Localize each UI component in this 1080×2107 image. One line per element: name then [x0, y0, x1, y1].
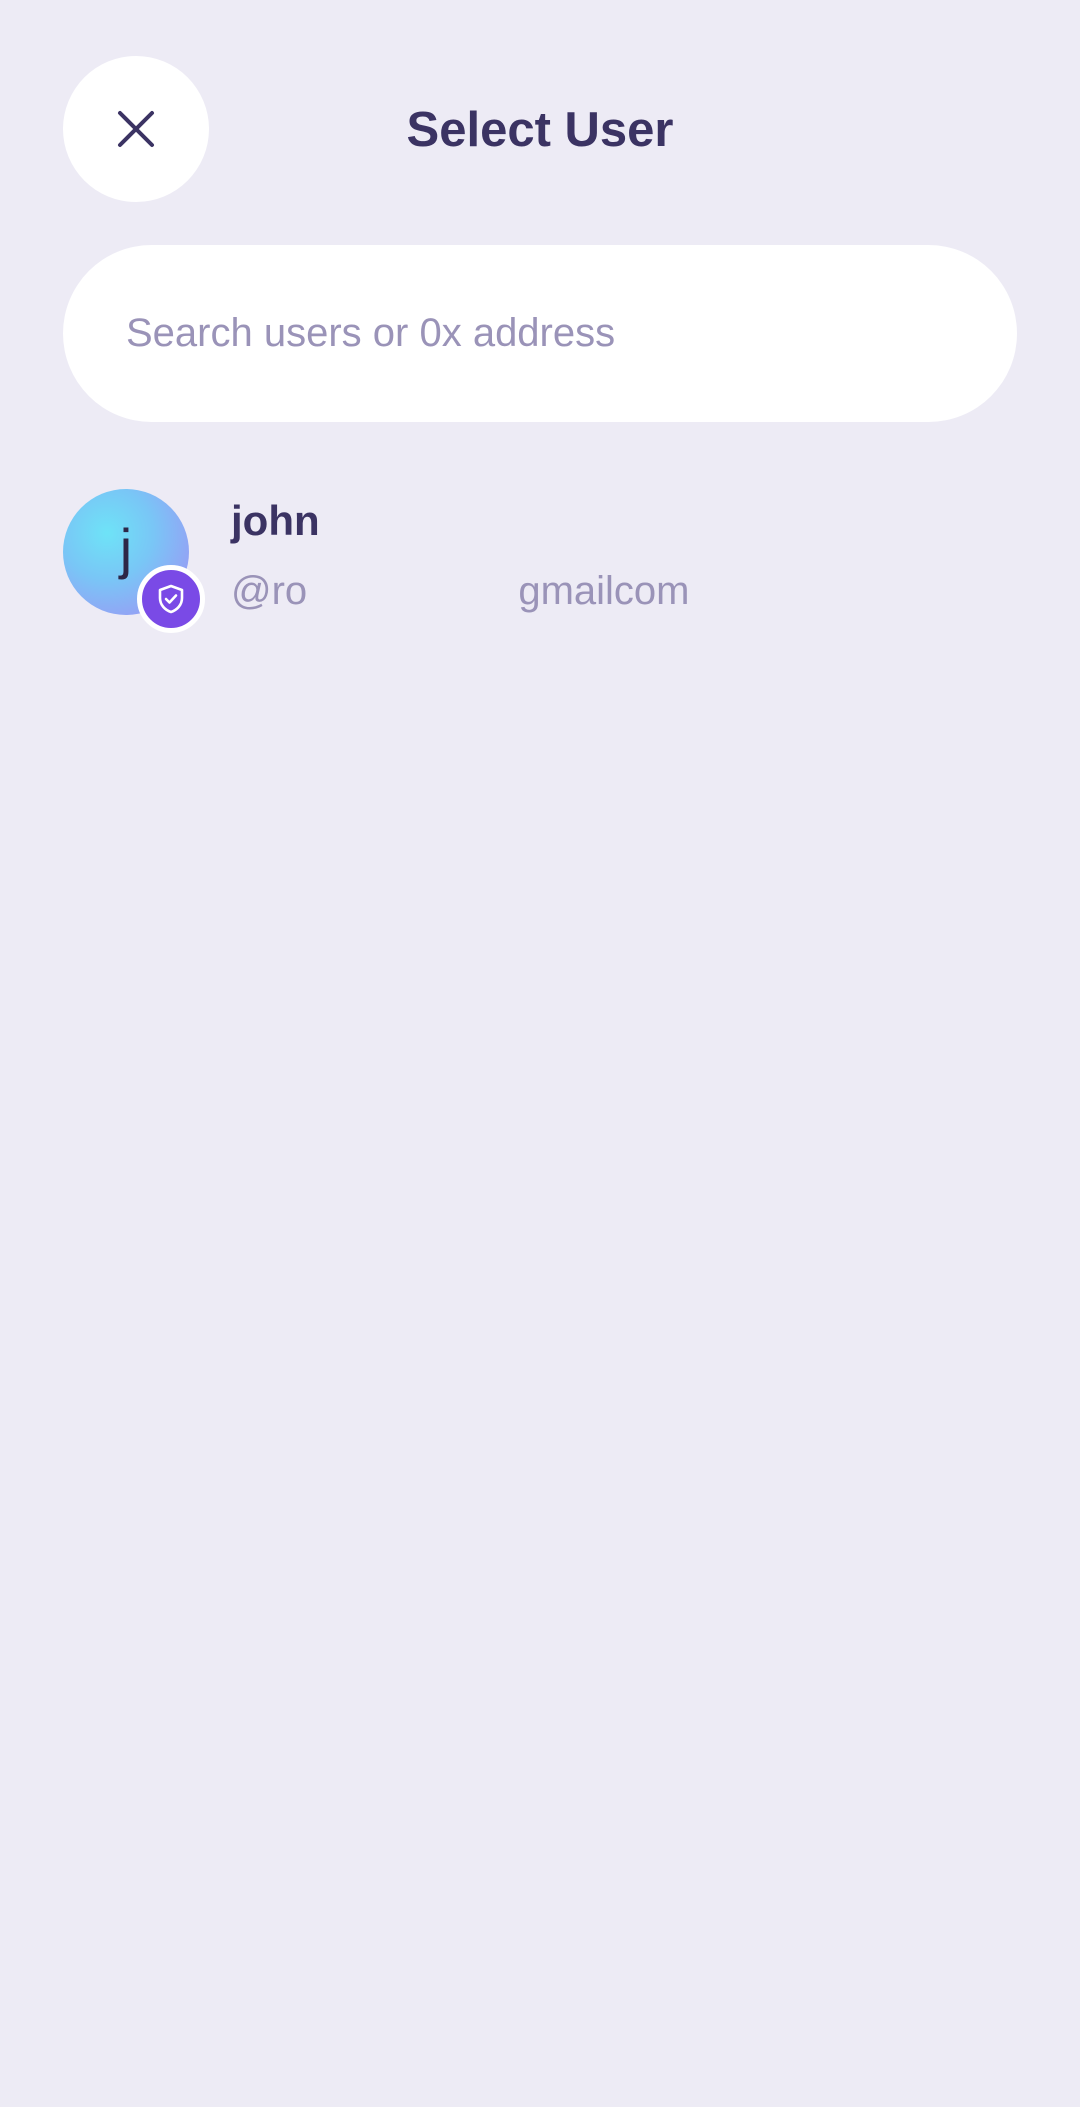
search-bar[interactable] [63, 245, 1017, 422]
user-list-item[interactable]: j john @ro gmailcom [63, 486, 1017, 633]
shield-check-icon [158, 584, 184, 614]
page-title: Select User [406, 103, 674, 157]
user-handle: @ro gmailcom [231, 569, 690, 613]
user-name: john [231, 497, 320, 544]
verified-badge [137, 565, 205, 633]
search-input[interactable] [126, 311, 946, 356]
avatar-letter: j [119, 517, 133, 580]
header: Select User [0, 0, 1080, 240]
